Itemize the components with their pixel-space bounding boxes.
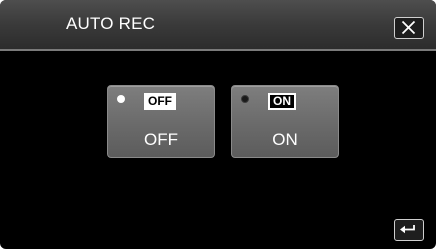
off-badge-icon: OFF bbox=[144, 93, 176, 110]
close-icon bbox=[401, 20, 416, 35]
radio-indicator-icon bbox=[241, 95, 249, 103]
return-arrow-icon bbox=[400, 225, 415, 234]
on-badge-icon: ON bbox=[268, 93, 296, 110]
close-button[interactable] bbox=[394, 17, 424, 39]
menu-header: AUTO REC bbox=[0, 0, 436, 49]
option-off-label: OFF bbox=[144, 130, 178, 149]
option-on-label: ON bbox=[272, 130, 298, 149]
radio-indicator-icon bbox=[117, 95, 125, 103]
camera-menu-screen: AUTO REC OFF OFF ON ON bbox=[0, 0, 436, 249]
header-divider bbox=[0, 49, 436, 51]
option-on-button[interactable]: ON ON bbox=[231, 85, 339, 158]
option-off-button[interactable]: OFF OFF bbox=[107, 85, 215, 158]
page-title: AUTO REC bbox=[66, 14, 156, 33]
back-button[interactable] bbox=[394, 219, 424, 241]
